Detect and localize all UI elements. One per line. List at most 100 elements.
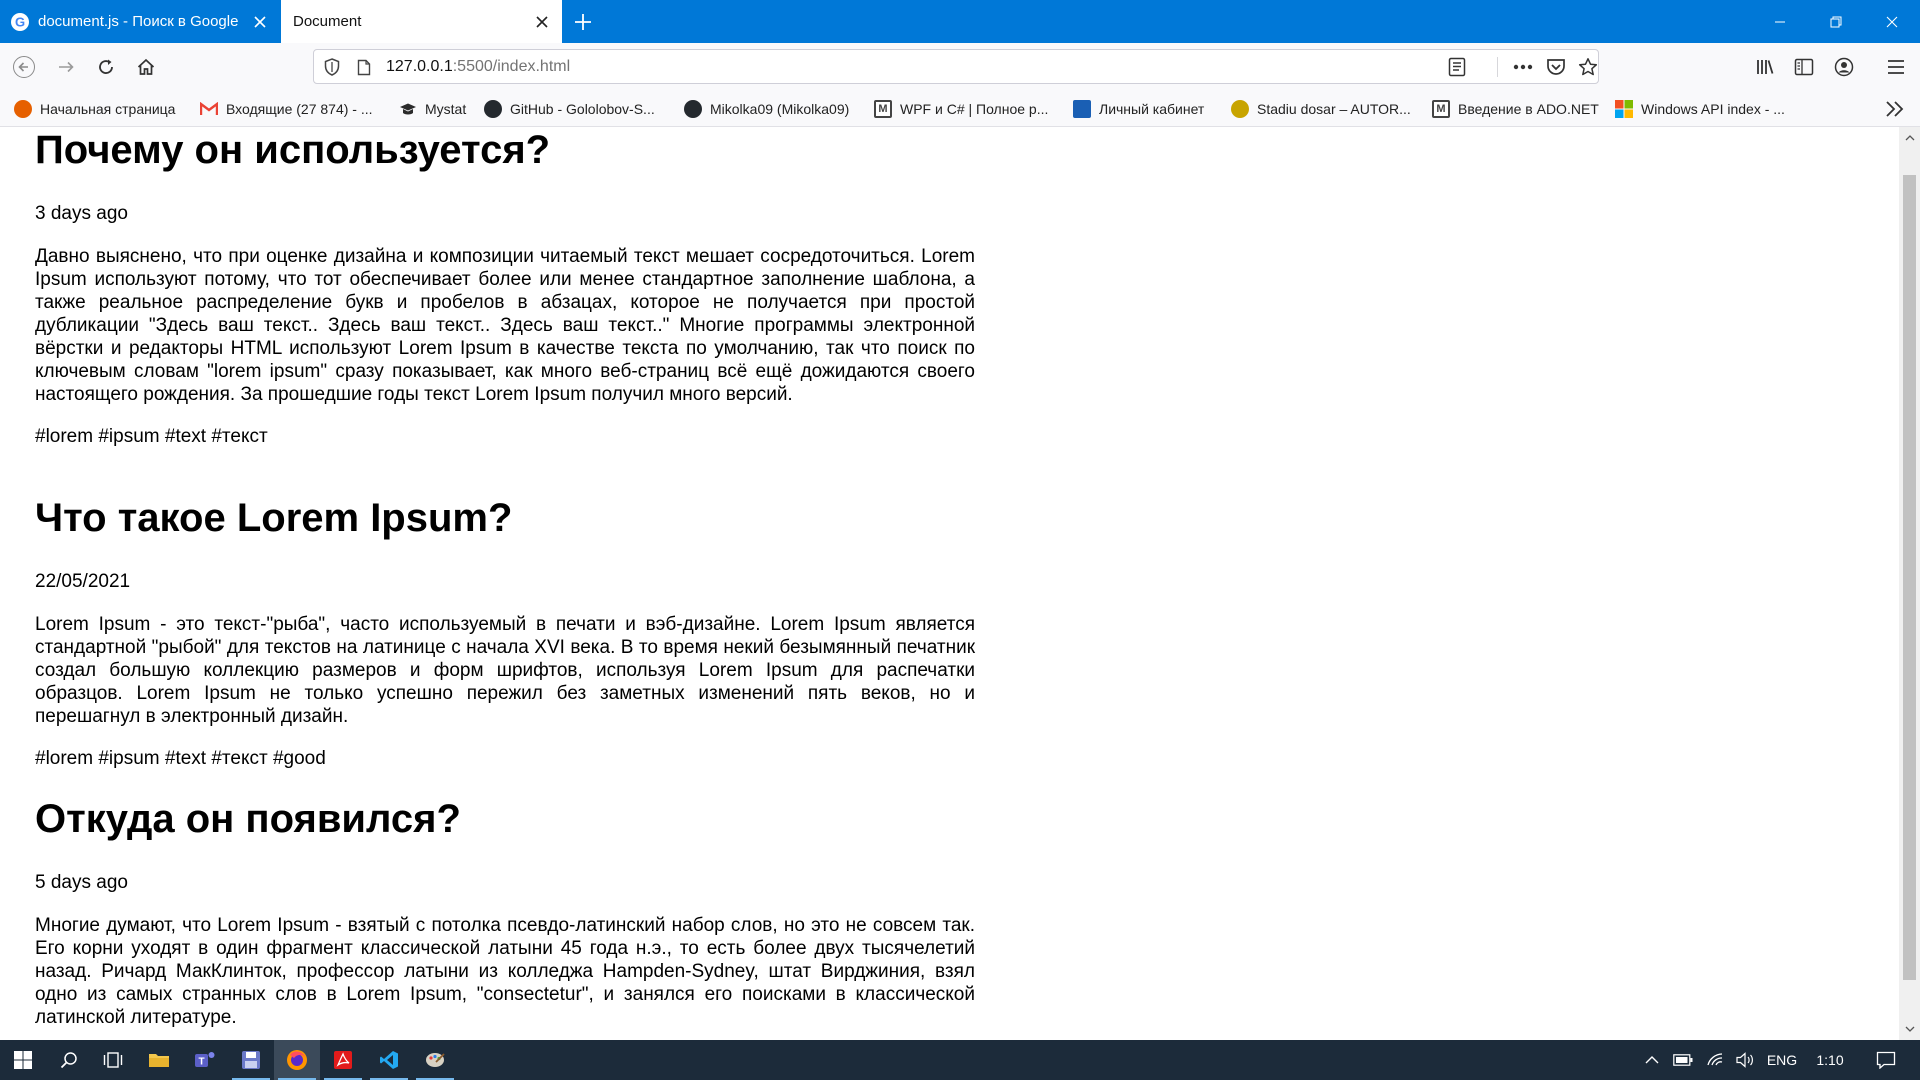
bookmark-label: Mystat xyxy=(425,101,467,117)
url-host: 127.0.0.1 xyxy=(386,58,453,75)
file-explorer-button[interactable] xyxy=(136,1040,182,1080)
firefox-taskbar-button[interactable] xyxy=(274,1040,320,1080)
search-button[interactable] xyxy=(46,1040,92,1080)
windows-icon xyxy=(1615,100,1633,118)
library-button[interactable] xyxy=(1749,51,1781,83)
article: Почему он используется? 3 days ago Давно… xyxy=(35,127,975,448)
article-title: Откуда он появился? xyxy=(35,797,461,841)
bookmark-label: Stadiu dosar – AUTOR... xyxy=(1257,101,1411,117)
minimize-button[interactable] xyxy=(1752,0,1808,43)
restore-button[interactable] xyxy=(1808,0,1864,43)
vscode-icon xyxy=(380,1051,398,1069)
bookmark-item[interactable]: Windows API index - ... xyxy=(1615,98,1785,120)
bookmark-label: WPF и C# | Полное р... xyxy=(900,101,1049,117)
wifi-icon[interactable] xyxy=(1700,1040,1730,1080)
bookmark-item[interactable]: Mikolka09 (Mikolka09) xyxy=(684,98,849,120)
bookmark-star-icon[interactable] xyxy=(1576,55,1600,79)
sidebar-toggle-button[interactable] xyxy=(1788,51,1820,83)
vscode-button[interactable] xyxy=(366,1040,412,1080)
more-bookmarks-chevron-icon[interactable] xyxy=(1884,99,1906,119)
bookmark-item[interactable]: Mystat xyxy=(399,98,466,120)
windows-logo-icon xyxy=(14,1051,32,1069)
floppy-disk-icon xyxy=(242,1051,260,1069)
bookmark-label: Mikolka09 (Mikolka09) xyxy=(710,101,850,117)
page-info-icon[interactable] xyxy=(354,57,374,77)
forward-button[interactable] xyxy=(50,51,82,83)
reload-button[interactable] xyxy=(90,51,122,83)
home-icon xyxy=(137,58,155,75)
paint-app-button[interactable] xyxy=(412,1040,458,1080)
article-title: Что такое Lorem Ipsum? xyxy=(35,496,513,540)
close-tab-icon[interactable] xyxy=(246,8,274,36)
back-button[interactable] xyxy=(8,51,40,83)
new-tab-button[interactable] xyxy=(568,7,598,37)
firefox-icon xyxy=(14,100,32,118)
bookmark-item[interactable]: Личный кабинет xyxy=(1073,98,1204,120)
metanit-icon: M xyxy=(874,100,892,118)
acrobat-button[interactable] xyxy=(320,1040,366,1080)
metanit-icon: M xyxy=(1432,100,1450,118)
firefox-icon xyxy=(287,1050,307,1070)
scrollbar-thumb[interactable] xyxy=(1903,175,1916,980)
vertical-scrollbar[interactable] xyxy=(1899,127,1920,1040)
teams-icon: T xyxy=(195,1052,215,1068)
start-button[interactable] xyxy=(0,1040,46,1080)
acrobat-icon xyxy=(334,1051,352,1069)
account-button[interactable] xyxy=(1828,51,1860,83)
bookmark-item[interactable]: GitHub - Gololobov-S... xyxy=(484,98,655,120)
clock[interactable]: 1:10 xyxy=(1808,1040,1852,1080)
sidebar-icon xyxy=(1794,58,1814,76)
bookmark-label: Начальная страница xyxy=(40,101,176,117)
search-icon xyxy=(60,1052,77,1069)
app-menu-button[interactable] xyxy=(1880,51,1912,83)
bookmark-item[interactable]: M Введение в ADO.NET xyxy=(1432,98,1599,120)
library-icon xyxy=(1757,60,1774,74)
page-viewport: Почему он используется? 3 days ago Давно… xyxy=(0,127,1899,1040)
bookmark-item[interactable]: Входящие (27 874) - ... xyxy=(200,98,373,120)
tab-google-search[interactable]: G document.js - Поиск в Google xyxy=(0,0,280,43)
battery-icon[interactable] xyxy=(1668,1040,1698,1080)
bookmark-label: Личный кабинет xyxy=(1099,101,1205,117)
url-text[interactable]: 127.0.0.1:5500/index.html xyxy=(386,58,570,76)
bookmark-item[interactable]: M WPF и C# | Полное р... xyxy=(874,98,1048,120)
tab-document[interactable]: Document xyxy=(281,0,562,43)
svg-text:T: T xyxy=(198,1057,204,1068)
scroll-up-arrow-icon[interactable] xyxy=(1899,129,1920,147)
folder-icon xyxy=(149,1054,169,1067)
bookmark-label: GitHub - Gololobov-S... xyxy=(510,101,655,117)
close-tab-icon[interactable] xyxy=(528,8,556,36)
article-title: Почему он используется? xyxy=(35,128,551,172)
pocket-icon[interactable] xyxy=(1544,55,1568,79)
back-arrow-icon xyxy=(13,56,35,78)
forward-arrow-icon xyxy=(59,61,74,73)
bookmark-item[interactable]: Начальная страница xyxy=(14,98,175,120)
article: Что такое Lorem Ipsum? 22/05/2021 Lorem … xyxy=(35,495,975,770)
volume-icon[interactable] xyxy=(1730,1040,1760,1080)
action-center-button[interactable] xyxy=(1866,1040,1906,1080)
teams-button[interactable]: T xyxy=(182,1040,228,1080)
show-hidden-icons-chevron-icon[interactable] xyxy=(1638,1040,1666,1080)
address-bar[interactable]: 127.0.0.1:5500/index.html xyxy=(313,49,1599,84)
minimize-icon xyxy=(1775,21,1785,22)
reader-view-icon[interactable] xyxy=(1445,55,1469,79)
google-icon: G xyxy=(11,12,29,31)
seal-icon xyxy=(1231,100,1249,118)
close-window-button[interactable] xyxy=(1864,0,1920,43)
article-text: Lorem Ipsum - это текст-"рыба", часто ис… xyxy=(35,614,975,727)
page-actions-menu-icon[interactable] xyxy=(1511,55,1535,79)
input-language-indicator[interactable]: ENG xyxy=(1762,1040,1802,1080)
tab-title: Document xyxy=(293,13,362,30)
cabinet-icon xyxy=(1073,100,1091,118)
reload-icon xyxy=(99,59,113,74)
gmail-icon xyxy=(200,100,218,118)
scroll-down-arrow-icon[interactable] xyxy=(1899,1020,1920,1038)
article-text: Многие думают, что Lorem Ipsum - взятый … xyxy=(35,915,975,1028)
task-view-button[interactable] xyxy=(90,1040,136,1080)
save-app-button[interactable] xyxy=(228,1040,274,1080)
home-button[interactable] xyxy=(130,51,162,83)
account-icon xyxy=(1834,57,1854,77)
tracking-protection-shield-icon[interactable] xyxy=(322,57,342,77)
tab-strip: G document.js - Поиск в Google Document xyxy=(0,0,1920,43)
article-date: 5 days ago xyxy=(35,872,128,893)
bookmark-item[interactable]: Stadiu dosar – AUTOR... xyxy=(1231,98,1411,120)
